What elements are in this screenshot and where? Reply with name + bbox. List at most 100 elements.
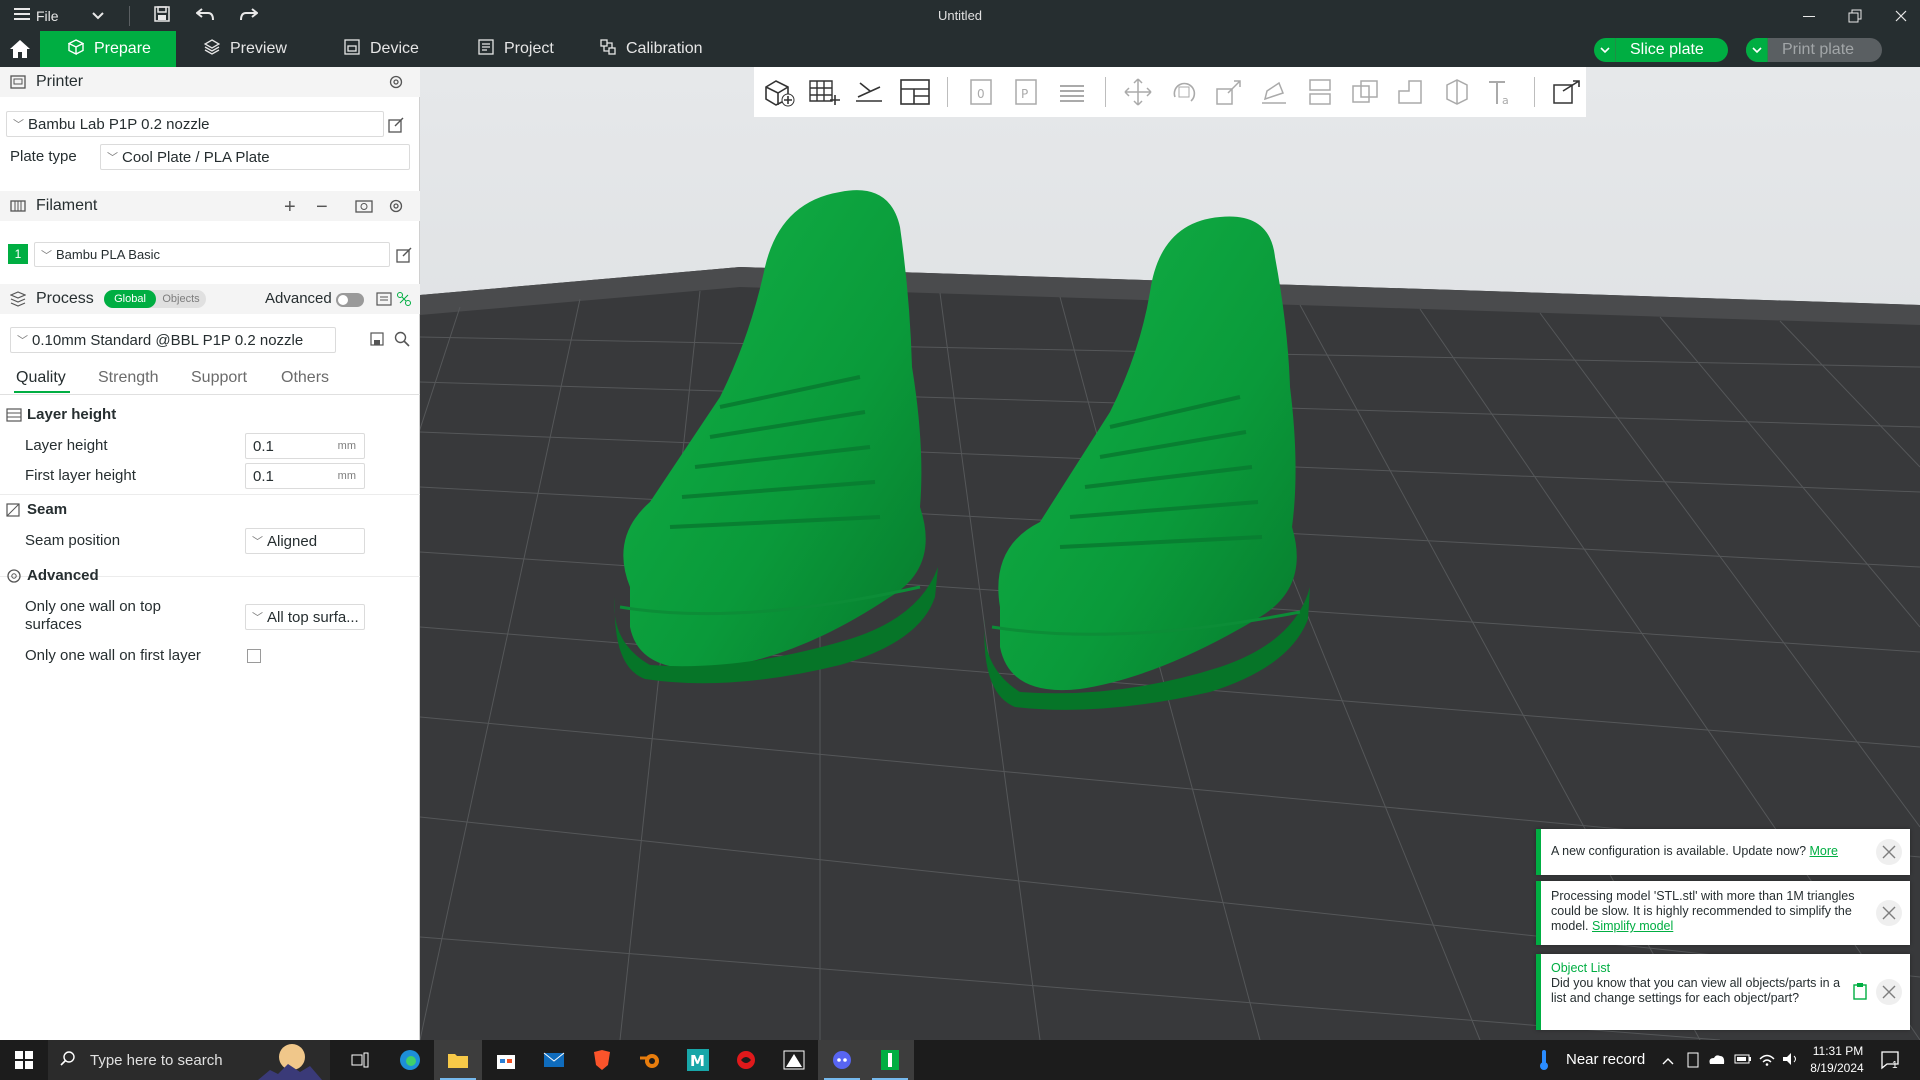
chevron-down-icon[interactable] [1746, 38, 1768, 62]
onedrive-icon[interactable] [1708, 1052, 1726, 1070]
toggle-global[interactable]: Global [104, 290, 156, 308]
divider [0, 394, 420, 395]
rotate-icon[interactable] [1165, 73, 1202, 111]
close-icon[interactable] [1876, 900, 1902, 926]
task-view-icon[interactable] [336, 1040, 384, 1080]
file-menu[interactable]: File [14, 7, 59, 24]
process-preset-select[interactable]: ﹀ 0.10mm Standard @BBL P1P 0.2 nozzle [10, 327, 336, 353]
divider [1104, 77, 1106, 107]
minimize-icon[interactable] [1800, 7, 1818, 25]
meshmixer-icon[interactable]: M [674, 1040, 722, 1080]
save-icon[interactable] [153, 6, 170, 25]
mail-icon[interactable] [530, 1040, 578, 1080]
home-icon[interactable] [0, 31, 40, 67]
filament-section-header: Filament + − [0, 191, 420, 221]
close-icon[interactable] [1892, 7, 1910, 25]
edit-icon[interactable] [396, 247, 412, 263]
close-icon[interactable] [1876, 979, 1902, 1005]
first-layer-height-input[interactable]: 0.1 mm [245, 463, 365, 489]
weather-text[interactable]: Near record [1566, 1051, 1645, 1068]
printer-select[interactable]: ﹀ Bambu Lab P1P 0.2 nozzle [6, 111, 384, 137]
sync-filament-icon[interactable] [355, 198, 373, 214]
slice-plate-button[interactable]: Slice plate [1594, 38, 1728, 62]
undo-icon[interactable] [194, 7, 214, 24]
edit-icon[interactable] [388, 117, 404, 133]
brave-icon[interactable] [578, 1040, 626, 1080]
tab-support[interactable]: Support [191, 369, 247, 387]
tab-others[interactable]: Others [281, 369, 329, 387]
device-tray-icon[interactable] [1686, 1052, 1700, 1072]
chevron-down-icon[interactable] [91, 8, 105, 24]
chevron-up-icon[interactable] [1662, 1053, 1674, 1070]
place-icon[interactable]: P [1008, 73, 1045, 111]
chevron-down-icon[interactable] [1594, 38, 1616, 62]
file-explorer-icon[interactable] [434, 1040, 482, 1080]
gear-icon[interactable] [388, 198, 404, 214]
plate-type-select[interactable]: ﹀ Cool Plate / PLA Plate [100, 144, 410, 170]
orient-icon[interactable]: 0 [962, 73, 999, 111]
restore-icon[interactable] [1846, 7, 1864, 25]
tab-project[interactable]: Project [462, 31, 570, 67]
lay-on-face-icon[interactable] [1256, 73, 1293, 111]
support-paint-icon[interactable] [1392, 73, 1429, 111]
taskbar-search-box[interactable]: Type here to search [48, 1040, 330, 1080]
seam-paint-icon[interactable] [1437, 73, 1474, 111]
print-plate-button[interactable]: Print plate [1746, 38, 1882, 62]
assembly-view-icon[interactable] [1549, 73, 1586, 111]
store-icon[interactable] [482, 1040, 530, 1080]
advanced-toggle[interactable] [336, 293, 364, 307]
compare-icon[interactable] [396, 291, 412, 307]
clipboard-icon[interactable] [1853, 982, 1867, 1000]
battery-icon[interactable] [1734, 1052, 1752, 1070]
thermometer-icon[interactable] [1538, 1049, 1550, 1075]
move-icon[interactable] [1119, 73, 1156, 111]
save-preset-icon[interactable] [370, 332, 384, 346]
volume-icon[interactable] [1782, 1052, 1800, 1070]
tab-calibration[interactable]: Calibration [584, 31, 718, 67]
scale-icon[interactable] [1210, 73, 1247, 111]
one-wall-first-layer-checkbox[interactable] [247, 649, 261, 663]
blender-icon[interactable] [626, 1040, 674, 1080]
cut-icon[interactable] [1301, 73, 1338, 111]
tab-prepare[interactable]: Prepare [40, 31, 176, 67]
arrange-icon[interactable] [896, 73, 933, 111]
edge-icon[interactable] [386, 1040, 434, 1080]
global-objects-toggle[interactable]: Global Objects [104, 290, 206, 308]
text-emboss-icon[interactable]: a [1482, 73, 1519, 111]
tab-strength[interactable]: Strength [98, 369, 158, 387]
add-object-icon[interactable] [760, 73, 797, 111]
gear-icon[interactable] [388, 74, 404, 90]
tab-device[interactable]: Device [328, 31, 435, 67]
layer-height-input[interactable]: 0.1 mm [245, 433, 365, 459]
more-link[interactable]: More [1810, 844, 1838, 858]
red-app-icon[interactable] [722, 1040, 770, 1080]
redo-icon[interactable] [239, 7, 259, 24]
tab-quality[interactable]: Quality [16, 369, 66, 387]
filament-select[interactable]: ﹀ Bambu PLA Basic [34, 242, 390, 267]
filament-slot-badge[interactable]: 1 [8, 244, 28, 264]
search-icon[interactable] [394, 331, 410, 347]
boolean-icon[interactable] [1346, 73, 1383, 111]
paint-app-icon[interactable] [770, 1040, 818, 1080]
windows-start-icon[interactable] [0, 1040, 48, 1080]
close-icon[interactable] [1876, 839, 1902, 865]
wifi-icon[interactable] [1758, 1052, 1776, 1070]
layers-tool-icon[interactable] [1053, 73, 1090, 111]
clock-date[interactable]: 8/19/2024 [1806, 1061, 1868, 1075]
toggle-objects[interactable]: Objects [156, 290, 206, 308]
bambu-studio-icon[interactable] [866, 1040, 914, 1080]
seam-position-select[interactable]: ﹀ Aligned [245, 528, 365, 554]
list-view-icon[interactable] [376, 291, 392, 307]
slice-plate-label: Slice plate [1630, 41, 1704, 58]
tab-preview[interactable]: Preview [188, 31, 303, 67]
one-wall-top-select[interactable]: ﹀ All top surfa... [245, 604, 365, 630]
add-icon[interactable]: + [284, 196, 296, 219]
simplify-model-link[interactable]: Simplify model [1592, 919, 1673, 933]
remove-icon[interactable]: − [316, 196, 328, 219]
clock-time[interactable]: 11:31 PM [1812, 1044, 1864, 1058]
auto-orient-icon[interactable] [851, 73, 888, 111]
discord-icon[interactable] [818, 1040, 866, 1080]
svg-text:P: P [1021, 87, 1028, 101]
printer-select-value: Bambu Lab P1P 0.2 nozzle [28, 115, 210, 133]
add-plate-icon[interactable] [805, 73, 842, 111]
